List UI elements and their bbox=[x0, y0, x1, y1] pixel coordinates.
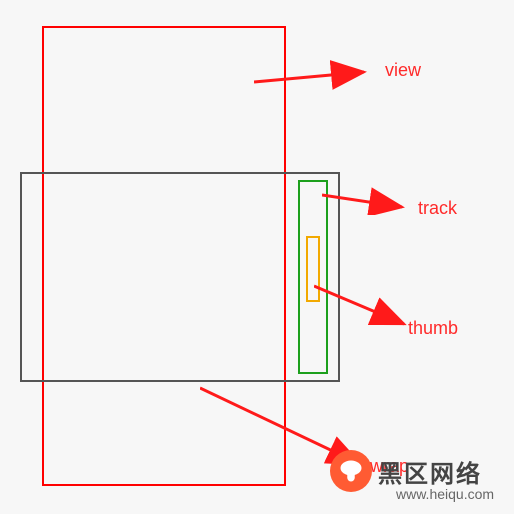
watermark-url: www.heiqu.com bbox=[396, 486, 494, 502]
label-thumb: thumb bbox=[408, 318, 458, 339]
diagram-canvas: view track thumb wrap bbox=[0, 0, 514, 514]
arrow-thumb bbox=[314, 280, 414, 330]
watermark-name: 黑区网络 bbox=[378, 454, 482, 489]
arrow-track bbox=[322, 185, 412, 215]
label-track: track bbox=[418, 198, 457, 219]
mushroom-icon bbox=[330, 450, 372, 492]
arrow-view bbox=[254, 60, 374, 90]
view-box bbox=[20, 172, 340, 382]
label-view: view bbox=[385, 60, 421, 81]
